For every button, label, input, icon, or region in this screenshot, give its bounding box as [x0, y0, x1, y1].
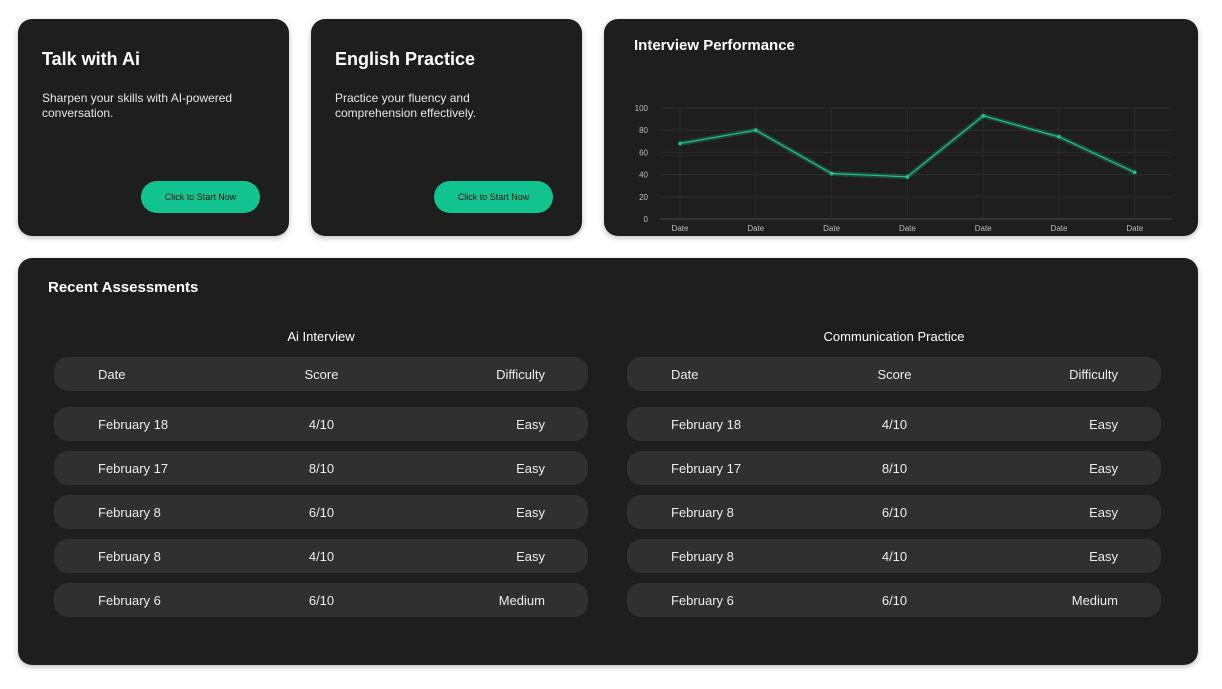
- data-point: [905, 175, 910, 179]
- data-point: [829, 171, 834, 176]
- table-row[interactable]: February 18 4/10 Easy: [627, 407, 1161, 441]
- column-header-score: Score: [304, 366, 339, 382]
- cell-difficulty: Medium: [1071, 592, 1118, 608]
- english-practice-card: English Practice Practice your fluency a…: [311, 19, 582, 236]
- table-header-row: Date Score Difficulty: [54, 357, 588, 391]
- x-tick-label: Date: [975, 224, 992, 233]
- cell-date: February 17: [671, 460, 742, 476]
- start-english-button[interactable]: Click to Start Now: [434, 181, 553, 213]
- cell-date: February 8: [98, 548, 161, 564]
- cell-score: 6/10: [308, 504, 335, 520]
- cell-score: 8/10: [308, 460, 335, 476]
- section-title: Recent Assessments: [48, 279, 199, 296]
- cell-score: 6/10: [308, 592, 335, 608]
- card-description: Practice your fluency and comprehension …: [335, 91, 476, 120]
- cell-difficulty: Easy: [516, 416, 545, 432]
- cell-date: February 18: [671, 416, 742, 432]
- x-tick-label: Date: [1126, 224, 1143, 233]
- x-tick-label: Date: [823, 224, 840, 233]
- cell-score: 6/10: [881, 592, 908, 608]
- card-title: English Practice: [335, 49, 476, 69]
- table-row[interactable]: February 8 6/10 Easy: [54, 495, 588, 529]
- cell-score: 4/10: [881, 416, 908, 432]
- data-point: [754, 128, 758, 132]
- table-row[interactable]: February 17 8/10 Easy: [627, 451, 1161, 485]
- table-row[interactable]: February 8 4/10 Easy: [54, 539, 588, 573]
- communication-practice-table: Communication Practice Date Score Diffic…: [627, 328, 1161, 627]
- column-header-difficulty: Difficulty: [496, 366, 545, 382]
- x-tick-label: Date: [747, 224, 764, 233]
- cell-difficulty: Easy: [1089, 504, 1118, 520]
- data-point: [1133, 170, 1137, 175]
- cell-difficulty: Medium: [498, 592, 545, 608]
- data-point: [981, 113, 985, 118]
- performance-line-chart: 0 20 40 60 80 100 Date Date Date Date Date Date Date: [635, 104, 1172, 233]
- recent-assessments-card: Recent Assessments Ai Interview Date Sco…: [18, 258, 1198, 665]
- column-header-score: Score: [877, 366, 912, 382]
- cell-date: February 18: [98, 416, 169, 432]
- y-tick-label: 100: [635, 104, 649, 113]
- y-tick-label: 20: [639, 193, 648, 202]
- data-point: [1057, 135, 1061, 139]
- start-talk-button[interactable]: Click to Start Now: [141, 181, 260, 213]
- y-tick-label: 0: [644, 215, 649, 224]
- column-header-date: Date: [98, 366, 126, 382]
- cell-date: February 6: [98, 592, 161, 608]
- table-row[interactable]: February 8 4/10 Easy: [627, 539, 1161, 573]
- x-tick-label: Date: [899, 224, 916, 233]
- data-point: [678, 141, 682, 146]
- cell-difficulty: Easy: [1089, 460, 1118, 476]
- x-tick-label: Date: [672, 224, 689, 233]
- table-title: Communication Practice: [823, 329, 965, 344]
- x-tick-label: Date: [1051, 224, 1068, 233]
- talk-with-ai-card: Talk with Ai Sharpen your skills with AI…: [18, 19, 289, 236]
- card-title: Talk with Ai: [42, 49, 141, 69]
- card-description: Sharpen your skills with AI-powered conv…: [42, 91, 233, 120]
- cell-score: 4/10: [308, 416, 335, 432]
- cell-difficulty: Easy: [1089, 548, 1118, 564]
- table-header-row: Date Score Difficulty: [627, 357, 1161, 391]
- cell-date: February 8: [671, 504, 734, 520]
- cell-difficulty: Easy: [516, 548, 545, 564]
- cell-date: February 6: [671, 592, 734, 608]
- table-row[interactable]: February 18 4/10 Easy: [54, 407, 588, 441]
- cell-difficulty: Easy: [516, 460, 545, 476]
- table-row[interactable]: February 6 6/10 Medium: [54, 583, 588, 617]
- cell-score: 6/10: [881, 504, 908, 520]
- cell-score: 4/10: [881, 548, 908, 564]
- y-tick-label: 60: [639, 148, 648, 157]
- cell-score: 4/10: [308, 548, 335, 564]
- ai-interview-table: Ai Interview Date Score Difficulty Febru…: [54, 328, 588, 627]
- cell-score: 8/10: [881, 460, 908, 476]
- cell-date: February 8: [671, 548, 734, 564]
- column-header-date: Date: [671, 366, 699, 382]
- cell-date: February 8: [98, 504, 161, 520]
- column-header-difficulty: Difficulty: [1069, 366, 1118, 382]
- interview-performance-card: Interview Performance 0 20 40 60 80 100 Date Da…: [604, 19, 1198, 236]
- table-title: Ai Interview: [287, 329, 355, 344]
- cell-date: February 17: [98, 460, 169, 476]
- cell-difficulty: Easy: [516, 504, 545, 520]
- table-row[interactable]: February 17 8/10 Easy: [54, 451, 588, 485]
- table-row[interactable]: February 6 6/10 Medium: [627, 583, 1161, 617]
- y-tick-label: 80: [639, 126, 648, 135]
- table-row[interactable]: February 8 6/10 Easy: [627, 495, 1161, 529]
- cell-difficulty: Easy: [1089, 416, 1118, 432]
- y-tick-label: 40: [639, 171, 648, 180]
